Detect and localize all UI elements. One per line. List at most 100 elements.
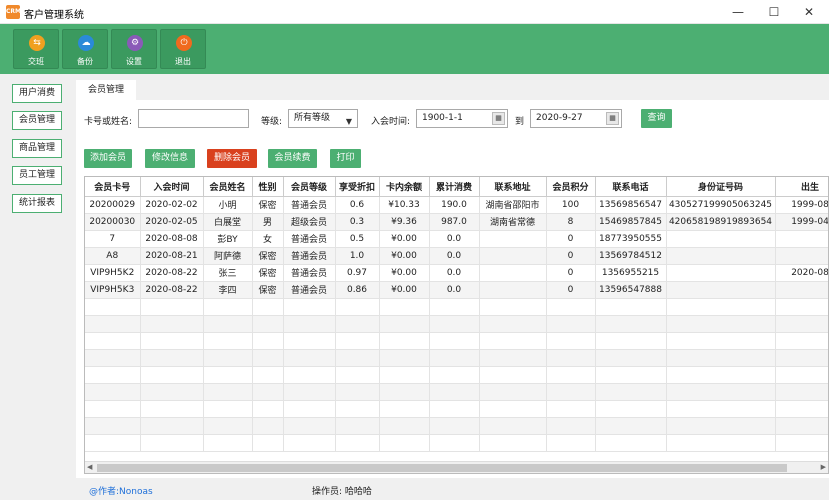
table-cell: 15469857845	[595, 213, 667, 231]
column-header[interactable]: 会员卡号	[85, 177, 141, 197]
table-row[interactable]	[85, 434, 828, 452]
table-cell: 湖南省邵阳市	[479, 196, 547, 214]
table-row[interactable]	[85, 332, 828, 350]
table-cell	[203, 383, 253, 401]
table-cell	[775, 247, 828, 265]
table-cell	[379, 332, 430, 350]
column-header[interactable]: 性别	[252, 177, 284, 197]
member-table[interactable]: 会员卡号 入会时间 会员姓名 性别 会员等级 享受折扣 卡内余额 累计消费 联系地址 会员积分 联系…	[84, 176, 829, 474]
table-cell	[140, 400, 204, 418]
column-header[interactable]: 会员等级	[283, 177, 336, 197]
table-cell: 2020-02-02	[140, 196, 204, 214]
table-cell	[140, 349, 204, 367]
column-header[interactable]: 联系地址	[479, 177, 547, 197]
table-cell	[379, 417, 430, 435]
table-cell: 1.0	[335, 247, 380, 265]
table-cell: ¥0.00	[379, 281, 430, 299]
table-cell	[479, 383, 547, 401]
print-button[interactable]: 打印	[330, 149, 361, 168]
settings-button[interactable]: ⚙ 设置	[111, 29, 157, 69]
table-cell: 0.86	[335, 281, 380, 299]
sidebar-item-members[interactable]: 会员管理	[12, 111, 62, 130]
edit-info-button[interactable]: 修改信息	[145, 149, 195, 168]
table-cell: 13569784512	[595, 247, 667, 265]
level-select[interactable]: 所有等级 ▼	[288, 109, 358, 128]
minimize-button[interactable]: —	[718, 0, 758, 24]
table-cell	[252, 366, 284, 384]
table-row[interactable]	[85, 383, 828, 401]
table-cell	[479, 247, 547, 265]
table-cell	[595, 417, 667, 435]
scroll-left-icon[interactable]: ◀	[87, 463, 92, 471]
table-cell	[479, 298, 547, 316]
column-header[interactable]: 享受折扣	[335, 177, 380, 197]
table-cell	[379, 400, 430, 418]
table-cell	[429, 400, 480, 418]
exit-button[interactable]: ⏻ 退出	[160, 29, 206, 69]
table-cell	[775, 332, 828, 350]
table-row[interactable]: 7 2020-08-08 彭BY 女普通会员 0.5 ¥0.00 0.0 0 187739505…	[85, 230, 828, 248]
column-header[interactable]: 身份证号码	[666, 177, 776, 197]
table-row[interactable]	[85, 417, 828, 435]
table-cell: 2020-08-22	[140, 281, 204, 299]
sidebar-item-reports[interactable]: 统计报表	[12, 194, 62, 213]
date-to-picker[interactable]: 2020-9-27 ▦	[530, 109, 622, 128]
add-member-button[interactable]: 添加会员	[84, 149, 132, 168]
backup-button[interactable]: ☁ 备份	[62, 29, 108, 69]
scrollbar-thumb[interactable]	[97, 464, 787, 472]
table-cell: 张三	[203, 264, 253, 282]
sidebar-item-consumption[interactable]: 用户消费	[12, 84, 62, 103]
card-name-input[interactable]	[138, 109, 249, 128]
column-header[interactable]: 出生	[775, 177, 828, 197]
table-cell	[203, 417, 253, 435]
query-button[interactable]: 查询	[641, 109, 672, 128]
column-header[interactable]: 联系电话	[595, 177, 667, 197]
date-from-picker[interactable]: 1900-1-1 ▦	[416, 109, 508, 128]
column-header[interactable]: 累计消费	[429, 177, 480, 197]
calendar-icon[interactable]: ▦	[492, 112, 505, 125]
horizontal-scrollbar[interactable]: ◀ ▶	[85, 461, 828, 473]
handover-button[interactable]: ⇆ 交班	[13, 29, 59, 69]
table-cell: VIP9H5K2	[85, 264, 141, 282]
table-cell	[252, 349, 284, 367]
table-row[interactable]	[85, 315, 828, 333]
renew-member-button[interactable]: 会员续费	[268, 149, 317, 168]
table-row[interactable]: VIP9H5K2 2020-08-22 张三 保密 普通会员 0.97 ¥0.00 0.0 0 1…	[85, 264, 828, 282]
column-header[interactable]: 入会时间	[140, 177, 204, 197]
table-cell	[595, 315, 667, 333]
table-row[interactable]	[85, 366, 828, 384]
table-row[interactable]	[85, 298, 828, 316]
close-button[interactable]: ✕	[789, 0, 829, 24]
calendar-icon[interactable]: ▦	[606, 112, 619, 125]
table-cell	[252, 315, 284, 333]
table-cell: 0.6	[335, 196, 380, 214]
chevron-down-icon: ▼	[345, 117, 352, 126]
column-header[interactable]: 会员姓名	[203, 177, 253, 197]
scroll-right-icon[interactable]: ▶	[821, 463, 826, 471]
column-header[interactable]: 卡内余额	[379, 177, 430, 197]
maximize-button[interactable]: ☐	[754, 0, 794, 24]
table-cell	[252, 332, 284, 350]
table-row[interactable]: VIP9H5K3 2020-08-22 李四 保密 普通会员 0.86 ¥0.00 0.0 0 1…	[85, 281, 828, 299]
table-cell	[775, 298, 828, 316]
table-cell: 13596547888	[595, 281, 667, 299]
sidebar-item-products[interactable]: 商品管理	[12, 139, 62, 158]
sidebar-item-staff[interactable]: 员工管理	[12, 166, 62, 185]
table-cell: 18773950555	[595, 230, 667, 248]
delete-member-button[interactable]: 删除会员	[207, 149, 257, 168]
main-toolbar: ⇆ 交班 ☁ 备份 ⚙ 设置 ⏻ 退出	[0, 24, 829, 74]
exchange-icon: ⇆	[29, 35, 45, 51]
table-row[interactable]: 20200030 2020-02-05 白展堂男超级会员 0.3 ¥9.36 987.0 湖…	[85, 213, 828, 231]
table-row[interactable]	[85, 349, 828, 367]
table-row[interactable]: 20200029 2020-02-02 小明 保密 普通会员 0.6 ¥10.33 190.0…	[85, 196, 828, 214]
table-row[interactable]	[85, 400, 828, 418]
table-cell	[203, 332, 253, 350]
table-cell: 0	[546, 230, 596, 248]
table-cell	[546, 383, 596, 401]
table-cell	[666, 366, 776, 384]
column-header[interactable]: 会员积分	[546, 177, 596, 197]
operator-text: 操作员: 哈哈哈	[312, 487, 372, 497]
table-row[interactable]: A8 2020-08-21 阿萨德 保密 普通会员 1.0 ¥0.00 0.0 0 1356978…	[85, 247, 828, 265]
table-cell	[666, 349, 776, 367]
tab-member-management[interactable]: 会员管理	[76, 80, 136, 100]
